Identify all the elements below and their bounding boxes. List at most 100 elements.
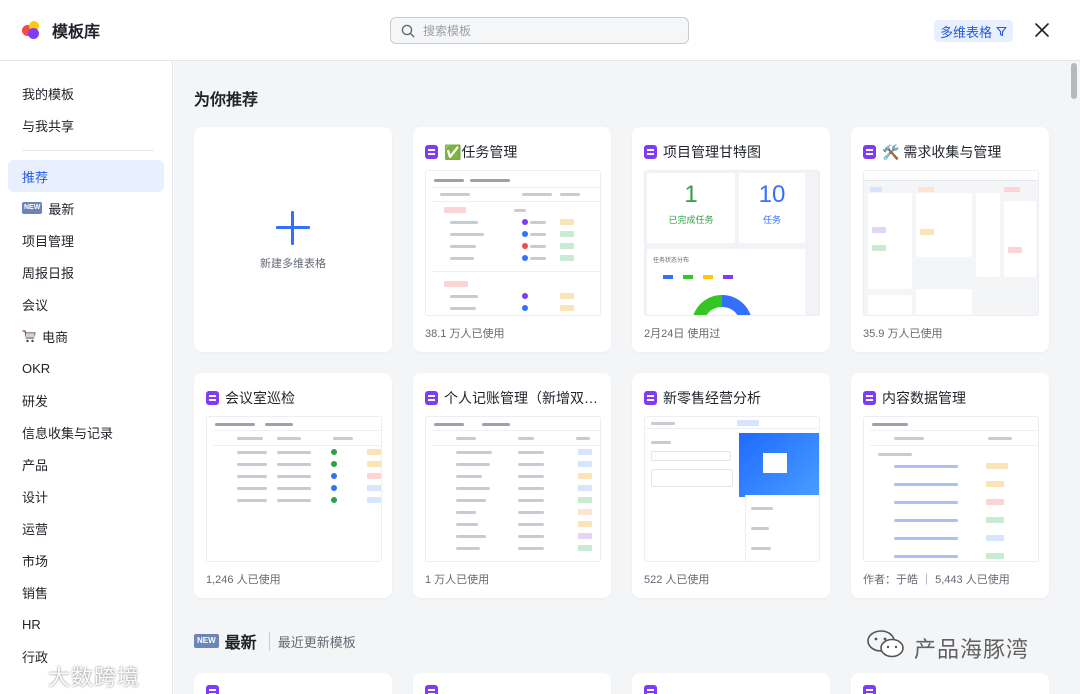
search-box[interactable] <box>390 17 689 44</box>
stat-label: 任务 <box>762 215 781 225</box>
template-card[interactable]: 项目管理甘特图 1 已完成任务 10 任务 任务状态分布 2月24日 使用过 <box>632 127 830 352</box>
stat-value: 1 <box>684 181 698 208</box>
author-usage: 作者：于皓 ｜ 5,443 人已使用 <box>863 574 1010 586</box>
template-card[interactable] <box>413 673 611 694</box>
usage-count: 38.1 万人已使用 <box>425 328 505 340</box>
sidebar-item-label: 市场 <box>22 553 49 569</box>
sidebar-item-marketing[interactable]: 市场 <box>8 544 164 576</box>
bitable-icon <box>425 391 438 405</box>
template-preview <box>425 170 601 316</box>
card-title: ✅任务管理 <box>444 144 518 160</box>
sidebar-item-okr[interactable]: OKR <box>8 352 164 384</box>
template-gallery: 为你推荐 新建多维表格 ✅任务管理 38.1 万人已使用 项目管理甘特图 1 已… <box>174 61 1068 694</box>
stat-value: 10 <box>758 181 786 208</box>
sidebar-item-latest[interactable]: NEW 最新 <box>8 192 164 224</box>
template-card[interactable]: 个人记账管理（新增双向… 1 万人已使用 <box>413 373 611 598</box>
watermark-left: 大数跨境 <box>48 665 141 690</box>
plus-icon <box>276 211 310 245</box>
sidebar-item-meeting[interactable]: 会议 <box>8 288 164 320</box>
wechat-icon <box>867 630 904 658</box>
template-preview <box>206 416 382 562</box>
card-title: 项目管理甘特图 <box>663 144 761 160</box>
sidebar-item-label: 信息收集与记录 <box>22 425 114 441</box>
card-title: 个人记账管理（新增双向… <box>444 390 601 406</box>
sidebar-item-label: OKR <box>22 360 51 376</box>
card-title: 新零售经营分析 <box>663 390 761 406</box>
template-card[interactable] <box>632 673 830 694</box>
new-bitable-card[interactable]: 新建多维表格 <box>194 127 392 352</box>
donut-chart <box>693 295 751 315</box>
card-title: 🛠️ 需求收集与管理 <box>882 144 1002 160</box>
scrollbar[interactable] <box>1068 61 1080 694</box>
sidebar-item-recommended[interactable]: 推荐 <box>8 160 164 192</box>
section-subtitle: 最近更新模板 <box>268 631 356 651</box>
template-library-window: 模板库 多维表格 我的模板 与我共享 推荐 NEW 最新 <box>0 0 1080 694</box>
sidebar-item-project-management[interactable]: 项目管理 <box>8 224 164 256</box>
template-card[interactable]: 会议室巡检 1,246 人已使用 <box>194 373 392 598</box>
filter-icon <box>996 26 1007 36</box>
sidebar-item-rnd[interactable]: 研发 <box>8 384 164 416</box>
sidebar-item-operations[interactable]: 运营 <box>8 512 164 544</box>
bitable-icon <box>425 145 438 159</box>
usage-count: 35.9 万人已使用 <box>863 328 943 340</box>
sidebar-item-label: 周报日报 <box>22 265 75 281</box>
sidebar-item-label: 销售 <box>22 585 49 601</box>
top-bar: 模板库 多维表格 <box>0 0 1080 61</box>
watermark-right: 产品海豚湾 <box>914 637 1030 662</box>
sidebar-divider <box>22 150 154 151</box>
sidebar-item-label: 行政 <box>22 649 49 665</box>
bitable-icon <box>425 685 438 694</box>
filter-label: 多维表格 <box>940 24 993 40</box>
new-badge-icon: NEW <box>22 202 43 214</box>
sidebar-item-label: HR <box>22 616 41 632</box>
app-logo-icon <box>22 20 42 40</box>
bitable-icon <box>863 685 876 694</box>
section-title: 最新 <box>224 635 257 652</box>
sidebar-item-label: 产品 <box>22 457 49 473</box>
sidebar-item-shared-with-me[interactable]: 与我共享 <box>8 109 164 141</box>
card-title: 会议室巡检 <box>225 390 295 406</box>
template-preview <box>425 416 601 562</box>
last-used: 2月24日 使用过 <box>644 328 721 340</box>
template-card[interactable]: ✅任务管理 38.1 万人已使用 <box>413 127 611 352</box>
dashboard-preview: 1 已完成任务 10 任务 任务状态分布 <box>644 170 820 316</box>
bitable-icon <box>206 685 219 694</box>
sidebar: 我的模板 与我共享 推荐 NEW 最新 项目管理 周报日报 会议 电商 OKR … <box>0 61 173 694</box>
sidebar-item-label: 电商 <box>42 329 69 345</box>
sidebar-item-my-templates[interactable]: 我的模板 <box>8 77 164 109</box>
sidebar-item-label: 研发 <box>22 393 49 409</box>
template-preview <box>863 416 1039 562</box>
sidebar-item-ecommerce[interactable]: 电商 <box>8 320 164 352</box>
sidebar-item-hr[interactable]: HR <box>8 608 164 640</box>
template-card[interactable]: 内容数据管理 作者：于皓 ｜ 5,443 人已使用 <box>851 373 1049 598</box>
close-icon[interactable] <box>1032 20 1052 40</box>
app-header: 模板库 <box>22 18 100 42</box>
search-input[interactable] <box>423 23 663 38</box>
bitable-icon <box>644 391 657 405</box>
section-title: 为你推荐 <box>194 92 259 109</box>
cart-icon <box>22 329 36 342</box>
sidebar-item-label: 我的模板 <box>22 86 75 102</box>
sidebar-item-sales[interactable]: 销售 <box>8 576 164 608</box>
form-preview <box>644 416 820 562</box>
search-icon <box>401 24 415 38</box>
sidebar-item-label: 设计 <box>22 489 49 505</box>
app-title: 模板库 <box>52 24 101 41</box>
filter-dropdown-button[interactable]: 多维表格 <box>934 20 1014 42</box>
sidebar-item-design[interactable]: 设计 <box>8 480 164 512</box>
template-card[interactable] <box>851 673 1049 694</box>
template-card[interactable]: 🛠️ 需求收集与管理 35.9 万人已使用 <box>851 127 1049 352</box>
latest-section-header: NEW 最新 最近更新模板 <box>194 629 356 653</box>
template-card[interactable]: 新零售经营分析 522 人已使用 <box>632 373 830 598</box>
chart-title: 任务状态分布 <box>653 258 690 264</box>
new-card-label: 新建多维表格 <box>260 258 326 270</box>
card-title: 内容数据管理 <box>882 390 966 406</box>
bitable-icon <box>644 145 657 159</box>
sidebar-item-weekly-report[interactable]: 周报日报 <box>8 256 164 288</box>
sidebar-item-label: 运营 <box>22 521 49 537</box>
sidebar-item-label: 项目管理 <box>22 233 75 249</box>
sidebar-item-info-collection[interactable]: 信息收集与记录 <box>8 416 164 448</box>
sidebar-item-product[interactable]: 产品 <box>8 448 164 480</box>
template-card[interactable] <box>194 673 392 694</box>
scroll-thumb[interactable] <box>1071 63 1077 99</box>
